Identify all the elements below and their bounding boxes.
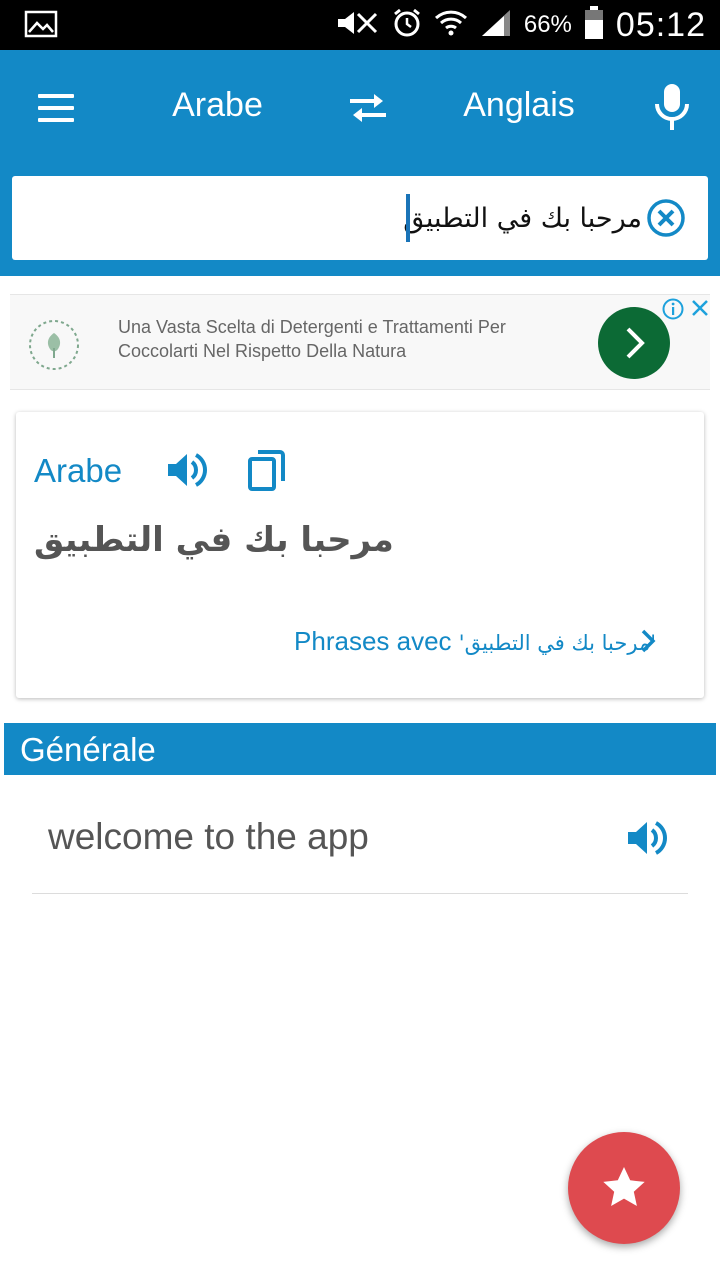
result-language-label: Arabe [34,452,123,489]
swap-arrows-icon [350,94,386,122]
ad-text-line: Una Vasta Scelta di Detergenti e Trattam… [118,317,506,337]
hamburger-line [38,118,74,122]
microphone-button[interactable] [650,82,694,132]
close-icon [692,300,708,316]
favorite-fab[interactable] [568,1132,680,1244]
phrases-link[interactable]: Phrases avec 'مرحبا بك في التطبيق' [294,626,656,657]
menu-button[interactable] [28,88,84,128]
alarm-icon [392,8,422,43]
speaker-icon [168,453,207,487]
clear-search-button[interactable] [646,198,686,238]
chevron-right-icon [641,629,656,653]
phrases-term: 'مرحبا بك في التطبيق' [458,631,656,655]
ad-banner[interactable]: Una Vasta Scelta di Detergenti e Trattam… [10,294,710,390]
info-icon [662,298,684,320]
star-icon [603,1167,645,1206]
translation-text: welcome to the app [48,816,369,857]
chevron-right-icon [626,327,645,359]
clock: 05:12 [615,5,706,44]
source-text: مرحبا بك في التطبيق [34,520,394,560]
search-box [12,176,708,260]
ad-info-button[interactable] [662,298,684,320]
swap-languages-button[interactable] [344,84,392,132]
ad-open-button[interactable] [598,307,670,379]
clear-circle-icon [647,199,685,237]
translation-row[interactable]: welcome to the app [32,790,688,894]
speak-source-button[interactable] [166,450,208,490]
search-input[interactable] [32,190,642,246]
copy-icon [248,450,285,491]
speaker-icon [628,821,667,855]
phrases-chevron[interactable] [638,628,658,654]
microphone-icon [655,84,689,130]
gallery-notification-icon [24,10,58,43]
target-language-selector[interactable]: Anglais [440,86,598,125]
ad-text: Una Vasta Scelta di Detergenti e Trattam… [118,315,588,363]
status-bar: 66% 05:12 [0,0,720,50]
hamburger-line [38,106,74,110]
speak-translation-button[interactable] [626,818,668,858]
mute-icon [334,8,380,43]
result-card: Arabe مرحبا بك في التطبيق Phrases avec '… [16,412,704,698]
copy-button[interactable] [246,448,288,492]
source-language-selector[interactable]: Arabe [140,86,295,125]
battery-icon [584,5,604,45]
ad-logo [24,315,84,375]
app-bar: Arabe Anglais [0,50,720,276]
signal-icon [480,8,512,43]
ad-close-button[interactable] [690,298,710,318]
hamburger-icon [38,94,74,98]
wifi-icon [434,8,468,43]
text-cursor [406,194,410,242]
ad-text-line: Coccolarti Nel Rispetto Della Natura [118,341,407,361]
battery-percent: 66% [523,11,572,38]
section-title: Générale [20,731,156,768]
section-header: Générale [4,723,716,775]
phrases-prefix: Phrases avec [294,626,459,656]
